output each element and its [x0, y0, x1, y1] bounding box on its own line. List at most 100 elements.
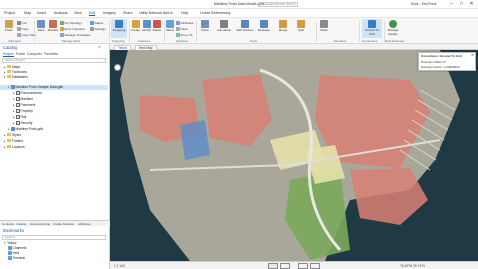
settings-label: Settings	[94, 27, 106, 31]
zoom-to-button[interactable]: Zoom To	[176, 33, 192, 37]
annotation-button[interactable]: Annotation	[214, 20, 234, 32]
tree-item-environmental[interactable]: ▸ Environmental	[13, 91, 42, 96]
select-icon	[166, 20, 174, 28]
ribbon: Paste Cut Copy Copy Path Clipboard Save …	[0, 17, 478, 44]
tree-item-label: Folders	[12, 139, 23, 143]
discard-icon	[49, 20, 57, 28]
user-name[interactable]: Rock - Esri Ports	[411, 2, 436, 6]
bookmark-terminal[interactable]: Terminal	[8, 256, 25, 261]
group-data-reviewer: Data Reviewer	[385, 39, 405, 43]
tree-item-gdb-ports[interactable]: ▸ Maritime Ports.gdb	[8, 127, 43, 132]
cut-icon	[17, 21, 21, 25]
tab-utility-network[interactable]: Utility Network Add-In	[139, 11, 173, 15]
elevation-mode-button[interactable]: Mode	[318, 20, 330, 32]
maximize-button[interactable]: □	[457, 1, 466, 7]
edit-vertices-icon	[241, 20, 249, 28]
group-manage-edits: Manage Edits	[62, 39, 81, 43]
tab-edit[interactable]: Edit	[89, 11, 96, 16]
tree-item-rail[interactable]: ▸ Rail	[13, 115, 26, 120]
map-rotate-icon[interactable]	[298, 263, 308, 269]
tab-share[interactable]: Share	[123, 11, 133, 15]
catalog-tab-project[interactable]: Project	[3, 52, 14, 57]
tab-map[interactable]: Map	[24, 11, 31, 15]
map-tab-web-map[interactable]: Web Map	[135, 44, 157, 50]
ribbon-divider	[109, 21, 110, 42]
move-button[interactable]: Move	[199, 20, 211, 32]
ribbon-divider	[316, 21, 317, 42]
settings-button[interactable]: Settings	[90, 27, 106, 31]
tree-item-label: Maritime	[20, 97, 34, 101]
copy-button[interactable]: Copy	[17, 27, 29, 31]
catalog-tab-favorites[interactable]: Favorites	[44, 52, 58, 56]
pane-close-icon[interactable]: ✕	[98, 45, 101, 49]
catalog-tab-computer[interactable]: Computer	[27, 52, 42, 56]
popup-close-icon[interactable]: ✕	[471, 53, 474, 57]
command-search-input[interactable]: Command Search (Alt+Q)	[258, 1, 298, 7]
bookmarks-search-input[interactable]: Search	[2, 235, 106, 240]
delete-button[interactable]: Delete	[152, 20, 162, 32]
snapping-button[interactable]: Snapping	[111, 19, 127, 38]
cut-button[interactable]: Cut	[17, 21, 26, 25]
manage-templates-button[interactable]: Manage Templates	[60, 33, 91, 37]
tree-item-label: Locators	[12, 145, 25, 149]
catalog-tab-portal[interactable]: Portal	[16, 52, 25, 56]
tab-view[interactable]: View	[74, 11, 82, 15]
folder-icon	[7, 70, 11, 73]
attributes-button[interactable]: Attributes	[176, 21, 194, 25]
tree-item-databases[interactable]: ▾ Databases	[4, 75, 28, 80]
create-button[interactable]: Create	[130, 20, 141, 32]
save-button[interactable]: Save	[36, 20, 46, 32]
paste-icon	[5, 20, 13, 28]
map-navigate-icon[interactable]	[268, 263, 278, 269]
close-button[interactable]: ✕	[467, 1, 476, 7]
tree-item-maritime[interactable]: ▸ Maritime	[13, 97, 33, 102]
error-inspector-button[interactable]: Error Inspector	[60, 27, 85, 31]
catalog-search-input[interactable]: Search Project	[2, 58, 106, 63]
tree-item-property[interactable]: ▸ Property	[13, 109, 33, 114]
edit-vertices-button[interactable]: Edit Vertices	[236, 20, 254, 32]
navigator-control[interactable]	[114, 64, 121, 71]
bookmark-label: Yellow	[7, 241, 17, 245]
tree-item-label: Toolboxes	[12, 70, 27, 74]
tree-item-locators[interactable]: ▸ Locators	[4, 145, 25, 150]
tab-imagery[interactable]: Imagery	[103, 11, 116, 15]
reshape-button[interactable]: Reshape	[256, 20, 272, 32]
scale-display[interactable]: 1:7,143	[114, 264, 125, 268]
move-icon	[201, 20, 209, 28]
tab-project[interactable]: Project	[4, 11, 15, 15]
merge-button[interactable]: Merge	[276, 20, 290, 32]
tree-item-gdb-sample[interactable]: ▾ Maritime Ports Sample Data.gdb	[0, 85, 108, 90]
clear-button[interactable]: Clear	[176, 27, 188, 31]
group-features: Features	[138, 39, 150, 43]
modify-button[interactable]: Modify	[141, 20, 152, 32]
manage-quality-button[interactable]: Manage Quality	[385, 20, 401, 36]
status-button[interactable]: Status	[90, 21, 103, 25]
paste-button[interactable]: Paste	[3, 20, 15, 32]
tree-item-security[interactable]: ▸ Security	[13, 121, 32, 126]
split-button[interactable]: Split	[295, 20, 307, 32]
feature-dataset-icon	[16, 115, 20, 119]
tab-insert[interactable]: Insert	[37, 11, 46, 15]
discard-button[interactable]: Discard	[47, 20, 59, 32]
map-pause-icon[interactable]	[310, 263, 320, 269]
corrections-popup: Corrections: Ground To Grid ✕ Direction …	[418, 52, 476, 71]
tree-item-pavement[interactable]: ▸ Pavement	[13, 103, 35, 108]
tab-analysis[interactable]: Analysis	[54, 11, 67, 15]
tab-help[interactable]: Help	[181, 11, 188, 15]
merge-label: Merge	[278, 28, 288, 32]
map-view[interactable]	[110, 50, 478, 261]
select-button[interactable]: Select	[165, 20, 175, 32]
tree-item-label: Maritime Ports.gdb	[15, 127, 44, 131]
map-canvas[interactable]	[110, 50, 478, 261]
minimize-button[interactable]: –	[447, 1, 456, 7]
annotation-icon	[220, 20, 228, 28]
ground-to-grid-button[interactable]: Ground To Grid	[362, 19, 382, 38]
select-label: Select	[165, 28, 175, 32]
group-corrections: Corrections	[362, 39, 378, 43]
tree-item-styles[interactable]: ▸ Styles	[4, 133, 21, 138]
tab-linear-referencing[interactable]: Linear Referencing	[200, 11, 230, 15]
map-tab-yellow[interactable]: Yellow	[114, 44, 132, 50]
map-extent-icon[interactable]	[280, 263, 290, 269]
topology-dropdown[interactable]: No Topology	[60, 21, 82, 25]
tree-item-folders[interactable]: ▸ Folders	[4, 139, 23, 144]
